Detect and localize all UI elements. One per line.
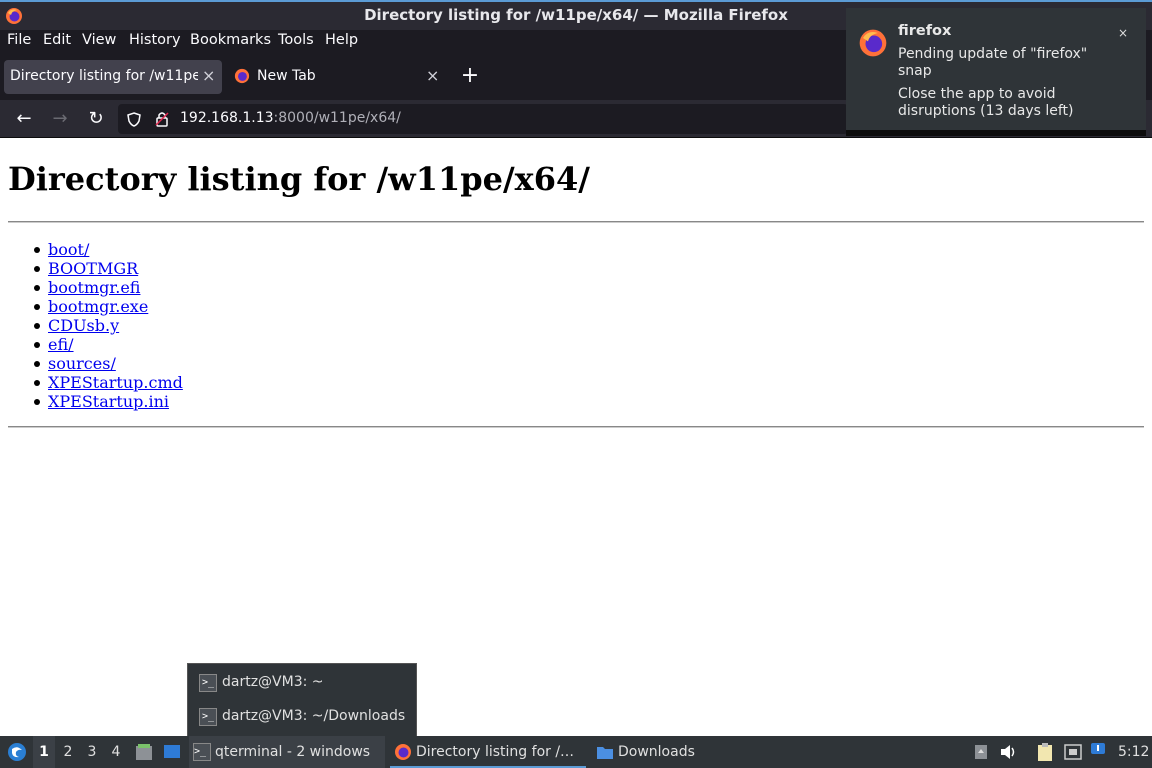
terminal-icon: >_ <box>199 708 217 726</box>
list-item: sources/ <box>34 354 183 373</box>
close-tab-icon[interactable]: × <box>202 66 215 85</box>
menu-tools[interactable]: Tools <box>278 32 314 48</box>
list-item: boot/ <box>34 240 183 259</box>
folder-icon <box>597 747 613 759</box>
forward-arrow-icon[interactable]: → <box>47 106 73 132</box>
file-link-bootmgr[interactable]: BOOTMGR <box>48 259 138 278</box>
desktop-icon <box>164 745 180 758</box>
file-link-boot[interactable]: boot/ <box>48 240 89 259</box>
start-menu-button[interactable] <box>4 736 28 768</box>
menu-help[interactable]: Help <box>325 32 358 48</box>
close-tab-icon[interactable]: × <box>426 66 439 85</box>
clock[interactable]: 5:12 <box>1118 736 1149 768</box>
popup-item-terminal-downloads[interactable]: >_ dartz@VM3: ~/Downloads <box>188 702 416 732</box>
task-downloads[interactable]: Downloads <box>592 736 702 768</box>
terminal-icon: >_ <box>199 674 217 692</box>
reload-icon[interactable]: ↻ <box>83 106 109 132</box>
task-label: qterminal - 2 windows <box>215 744 371 760</box>
notification-summary: Pending update of "firefox" snap <box>898 46 1088 79</box>
drive-icon <box>975 745 987 759</box>
notification-body: Close the app to avoid disruptions (13 d… <box>898 86 1074 119</box>
menu-history[interactable]: History <box>129 32 181 48</box>
popup-item-terminal-home[interactable]: >_ dartz@VM3: ~ <box>188 668 416 698</box>
info-bubble-icon <box>1091 743 1105 754</box>
speaker-icon <box>1001 745 1015 759</box>
clipboard-icon[interactable] <box>1034 736 1056 768</box>
task-label: Downloads <box>618 744 695 760</box>
file-link-cdusb[interactable]: CDUsb.y <box>48 316 119 335</box>
task-firefox[interactable]: Directory listing for /… <box>390 736 586 768</box>
taskbar: 1 2 3 4 >_ qterminal - 2 windows Directo… <box>0 736 1152 768</box>
notification-app-name: firefox <box>898 23 952 39</box>
file-link-efi[interactable]: efi/ <box>48 335 74 354</box>
workspace-4[interactable]: 4 <box>105 736 127 768</box>
divider-bottom <box>8 426 1144 428</box>
url-text: 192.168.1.13:8000/w11pe/x64/ <box>180 110 401 126</box>
notification-tray-icon[interactable] <box>1088 736 1108 768</box>
show-desktop-button[interactable] <box>161 736 183 768</box>
list-item: XPEStartup.cmd <box>34 373 183 392</box>
list-item: efi/ <box>34 335 183 354</box>
clipboard-shape-icon <box>1038 743 1052 761</box>
list-item: bootmgr.efi <box>34 278 183 297</box>
url-bar[interactable]: 192.168.1.13:8000/w11pe/x64/ <box>118 104 848 134</box>
popup-item-label: dartz@VM3: ~/Downloads <box>222 708 406 724</box>
network-icon[interactable] <box>1062 736 1084 768</box>
close-notification-button[interactable]: × <box>1114 24 1132 42</box>
file-link-bootmgr-exe[interactable]: bootmgr.exe <box>48 297 148 316</box>
tab-new-tab[interactable]: New Tab × <box>226 60 448 94</box>
popup-item-label: dartz@VM3: ~ <box>222 674 324 690</box>
shield-icon[interactable] <box>127 112 141 127</box>
page-content: Directory listing for /w11pe/x64/ boot/ … <box>0 139 1152 736</box>
insecure-lock-icon[interactable] <box>155 111 169 127</box>
volume-icon[interactable] <box>998 736 1020 768</box>
terminal-icon: >_ <box>193 743 211 761</box>
update-notification[interactable]: firefox Pending update of "firefox" snap… <box>846 8 1146 136</box>
tab-directory-listing[interactable]: Directory listing for /w11pe/x64/ × <box>4 60 222 94</box>
menu-bookmarks[interactable]: Bookmarks <box>190 32 271 48</box>
list-item: bootmgr.exe <box>34 297 183 316</box>
firefox-logo-icon <box>859 29 887 57</box>
workspace-3[interactable]: 3 <box>81 736 103 768</box>
tab-label: New Tab <box>257 68 316 84</box>
file-link-xpestartup-ini[interactable]: XPEStartup.ini <box>48 392 169 411</box>
list-item: BOOTMGR <box>34 259 183 278</box>
task-label: Directory listing for /… <box>416 744 575 760</box>
file-link-xpestartup-cmd[interactable]: XPEStartup.cmd <box>48 373 183 392</box>
menu-file[interactable]: File <box>7 32 31 48</box>
tab-label: Directory listing for /w11pe/x64/ <box>10 68 198 84</box>
page-heading: Directory listing for /w11pe/x64/ <box>8 160 590 198</box>
list-item: XPEStartup.ini <box>34 392 183 411</box>
tray-eject-icon[interactable] <box>971 736 991 768</box>
workspace-1[interactable]: 1 <box>33 736 55 768</box>
menu-edit[interactable]: Edit <box>43 32 71 48</box>
lxqt-start-icon <box>8 743 26 761</box>
url-host: 192.168.1.13 <box>180 110 274 126</box>
url-path: :8000/w11pe/x64/ <box>273 110 401 126</box>
file-link-sources[interactable]: sources/ <box>48 354 116 373</box>
list-item: CDUsb.y <box>34 316 183 335</box>
file-cabinet-icon <box>136 744 152 760</box>
firefox-logo-icon <box>395 744 411 760</box>
window-list-popup: >_ dartz@VM3: ~ >_ dartz@VM3: ~/Download… <box>187 663 417 737</box>
new-tab-button[interactable]: + <box>458 62 482 90</box>
file-link-bootmgr-efi[interactable]: bootmgr.efi <box>48 278 140 297</box>
menu-view[interactable]: View <box>82 32 116 48</box>
firefox-tab-icon <box>234 68 250 84</box>
file-manager-launcher[interactable] <box>133 736 155 768</box>
ethernet-icon <box>1064 744 1082 760</box>
back-arrow-icon[interactable]: ← <box>11 106 37 132</box>
task-qterminal[interactable]: >_ qterminal - 2 windows <box>189 736 385 768</box>
file-list: boot/ BOOTMGR bootmgr.efi bootmgr.exe CD… <box>34 240 183 411</box>
divider-top <box>8 221 1144 223</box>
workspace-2[interactable]: 2 <box>57 736 79 768</box>
